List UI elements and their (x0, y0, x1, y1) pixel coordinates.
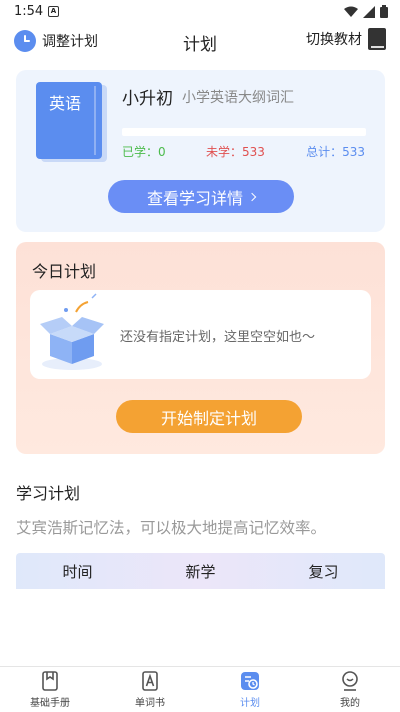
tab-profile-label: 我的 (340, 698, 360, 709)
column-header-new: 新学 (185, 562, 216, 581)
status-bar: 1:54 A (0, 0, 400, 24)
learned-count: 已学：0 (122, 145, 166, 159)
plan-icon (241, 672, 259, 690)
tab-manual-label: 基础手册 (30, 698, 70, 709)
book-cover-spine (94, 86, 96, 155)
unlearned-count: 未学：533 (206, 145, 265, 159)
column-header-review: 复习 (308, 562, 339, 581)
empty-plan-box: 还没有指定计划，这里空空如也～ (30, 290, 371, 379)
status-time: 1:54 (14, 4, 44, 19)
study-plan-table-header: 时间 新学 复习 (16, 553, 385, 589)
signal-icon (363, 5, 375, 18)
book-subtitle: 小学英语大纲词汇 (182, 90, 294, 106)
wifi-icon (344, 6, 358, 17)
bottom-tab-bar: 基础手册 单词书 计划 我的 (0, 666, 400, 712)
tab-manual[interactable]: 基础手册 (0, 667, 100, 712)
switch-textbook-button[interactable]: 切换教材 (306, 28, 386, 50)
today-plan-title: 今日计划 (32, 262, 97, 281)
switch-textbook-label: 切换教材 (306, 32, 362, 48)
tab-profile[interactable]: 我的 (300, 667, 400, 712)
tab-word-book-label: 单词书 (135, 698, 165, 709)
tab-plan-label: 计划 (240, 698, 260, 709)
view-details-button[interactable]: 查看学习详情 (108, 180, 294, 213)
study-plan-description: 艾宾浩斯记忆法，可以极大地提高记忆效率。 (16, 519, 327, 537)
book-cover: 英语 (36, 82, 102, 159)
progress-bar (122, 128, 366, 136)
status-icons (344, 5, 388, 18)
book-icon (368, 28, 386, 50)
profile-icon (342, 671, 358, 691)
start-plan-button[interactable]: 开始制定计划 (116, 400, 302, 433)
view-details-label: 查看学习详情 (146, 188, 243, 208)
total-count: 总计：533 (306, 145, 365, 159)
column-header-time: 时间 (62, 562, 93, 581)
study-plan-title: 学习计划 (16, 484, 81, 503)
manual-icon (42, 671, 58, 691)
app-header: 调整计划 计划 切换教材 (0, 26, 400, 60)
chevron-right-icon (247, 192, 257, 201)
book-name: 小升初 (122, 89, 173, 109)
tab-word-book[interactable]: 单词书 (100, 667, 200, 712)
word-book-icon (142, 671, 158, 691)
tab-plan[interactable]: 计划 (200, 667, 300, 712)
empty-plan-text: 还没有指定计划，这里空空如也～ (120, 330, 316, 345)
battery-icon (380, 5, 388, 18)
empty-box-icon (40, 293, 104, 370)
current-book-card: 英语 小升初 小学英语大纲词汇 已学：0 未学：533 总计：533 查看学习详… (16, 70, 385, 232)
today-plan-card: 今日计划 还没有指定计划，这里空空如也～ 开始制定计划 (16, 242, 385, 454)
notification-icon: A (48, 6, 59, 17)
book-cover-title: 英语 (48, 94, 81, 113)
